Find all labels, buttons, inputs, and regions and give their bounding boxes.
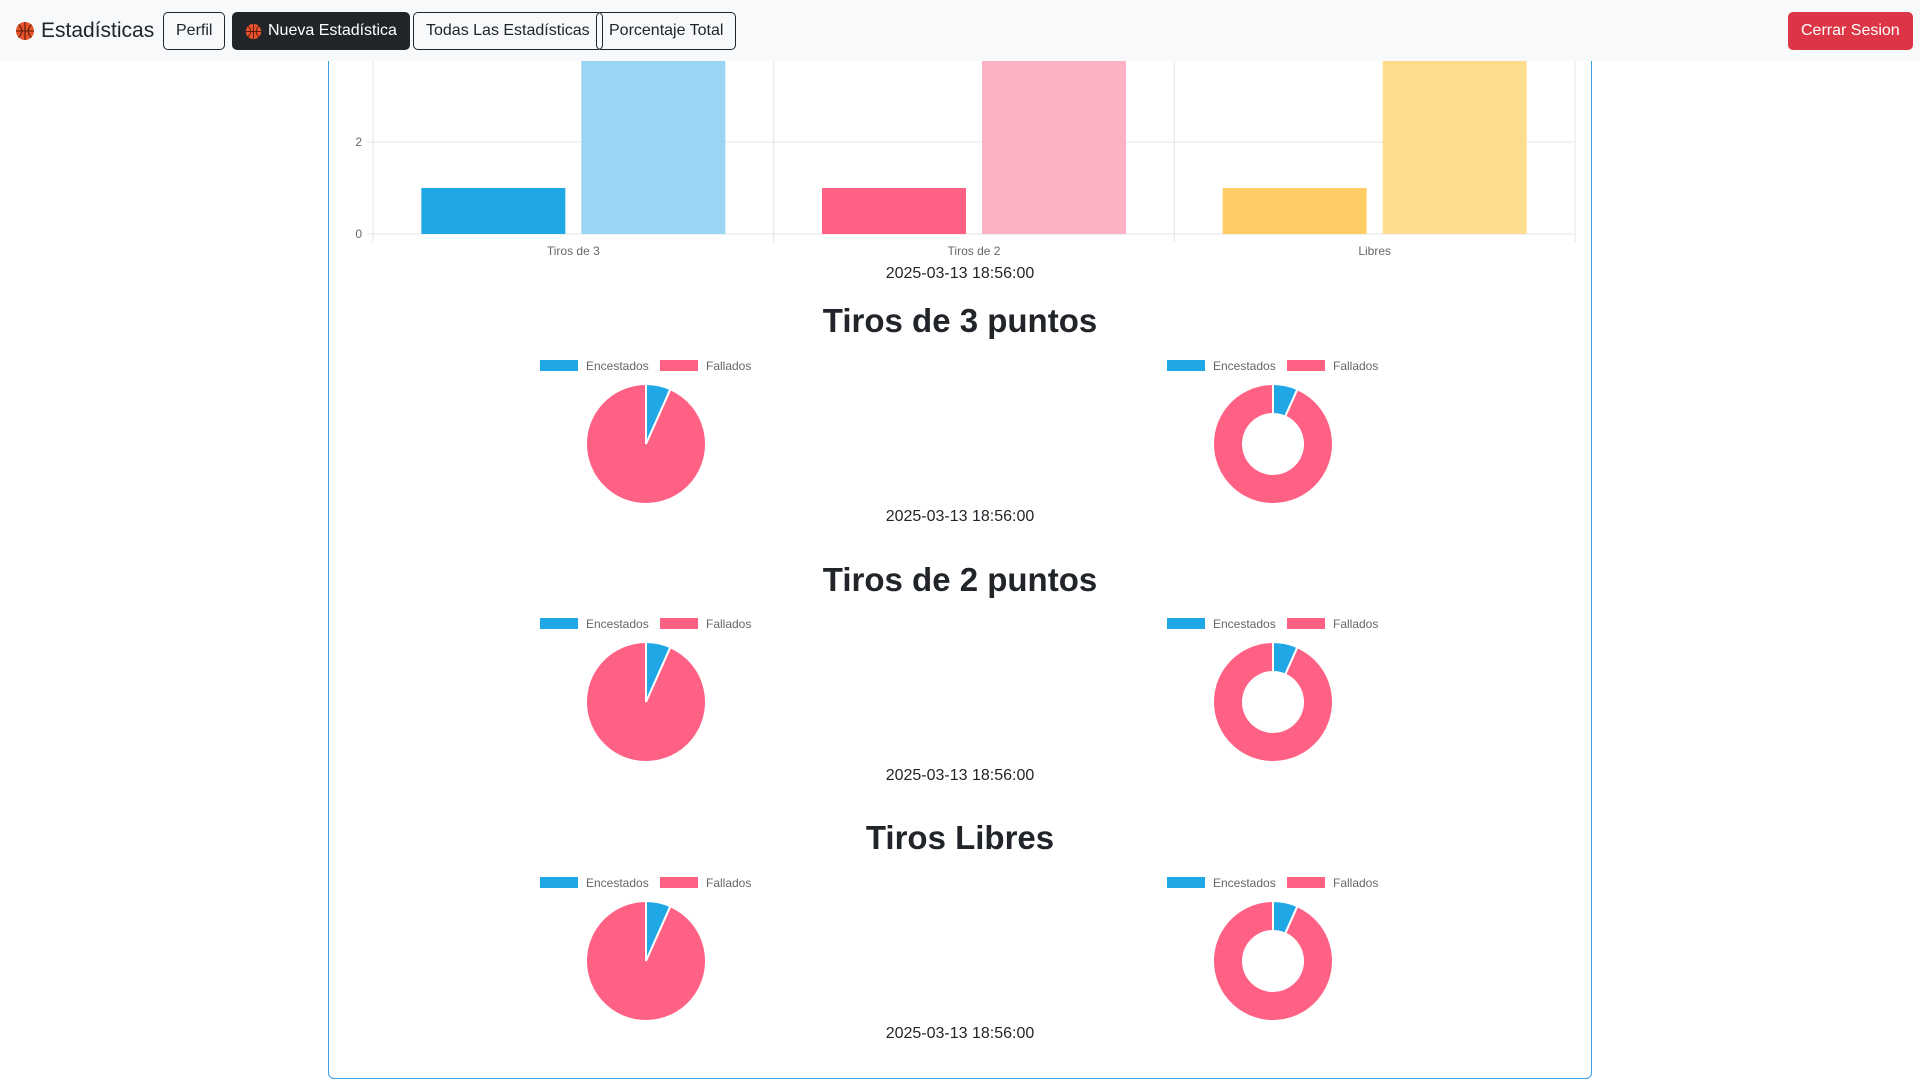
section-date-tiros-2: 2025-03-13 18:56:00 bbox=[885, 767, 1035, 784]
bar bbox=[421, 188, 566, 234]
legend-swatch bbox=[540, 360, 578, 371]
nueva-estadistica-label: Nueva Estadística bbox=[268, 22, 397, 39]
legend-label: Fallados bbox=[1333, 359, 1378, 373]
legend-swatch bbox=[540, 618, 578, 629]
legend-label: Fallados bbox=[706, 617, 751, 631]
todas-estadisticas-button[interactable]: Todas Las Estadísticas bbox=[413, 12, 603, 50]
legend-label: Encestados bbox=[586, 617, 649, 631]
section-title-tiros-2: Tiros de 2 puntos bbox=[822, 561, 1098, 598]
basketball-icon bbox=[16, 22, 34, 40]
section-title-libres: Tiros Libres bbox=[865, 819, 1055, 856]
section-date-tiros-3: 2025-03-13 18:56:00 bbox=[885, 508, 1035, 525]
porcentaje-total-button[interactable]: Porcentaje Total bbox=[596, 12, 737, 50]
legend-swatch bbox=[660, 877, 698, 888]
bar bbox=[1382, 59, 1527, 235]
basketball-icon bbox=[245, 23, 262, 39]
legend-label: Fallados bbox=[1333, 617, 1378, 631]
x-tick-label: Libres bbox=[1358, 244, 1391, 258]
legend-swatch bbox=[1287, 877, 1325, 888]
legend-swatch bbox=[1167, 877, 1205, 888]
legend-swatch bbox=[1167, 618, 1205, 629]
doughnut-slice bbox=[1212, 382, 1334, 505]
section-date-libres: 2025-03-13 18:56:00 bbox=[885, 1025, 1035, 1042]
y-tick-label: 2 bbox=[355, 135, 362, 149]
legend-label: Encestados bbox=[1213, 876, 1276, 890]
brand-label: Estadísticas bbox=[41, 19, 155, 42]
pie-chart-tiros-2: Encestados Fallados bbox=[540, 617, 751, 763]
x-tick-label: Tiros de 2 bbox=[948, 244, 1001, 258]
legend-label: Encestados bbox=[586, 359, 649, 373]
legend-swatch bbox=[660, 618, 698, 629]
nueva-estadistica-button[interactable]: Nueva Estadística bbox=[232, 12, 410, 50]
porcentaje-total-label: Porcentaje Total bbox=[609, 22, 724, 39]
bar-chart-date: 2025-03-13 18:56:00 bbox=[885, 265, 1035, 282]
pie-slice bbox=[585, 640, 707, 763]
bar bbox=[581, 59, 726, 235]
bar bbox=[982, 59, 1126, 235]
pie-chart-libres: Encestados Fallados bbox=[540, 876, 751, 1022]
brand[interactable]: Estadísticas bbox=[15, 15, 154, 47]
y-tick-label: 0 bbox=[355, 227, 362, 241]
navbar: Estadísticas Perfil Nueva Estadística To… bbox=[0, 0, 1920, 61]
todas-estadisticas-label: Todas Las Estadísticas bbox=[426, 22, 590, 39]
pie-slice bbox=[585, 899, 707, 1022]
bar bbox=[822, 188, 966, 234]
section-title-tiros-3: Tiros de 3 puntos bbox=[822, 302, 1098, 339]
legend-label: Encestados bbox=[1213, 617, 1276, 631]
perfil-button[interactable]: Perfil bbox=[163, 12, 226, 50]
doughnut-slice bbox=[1212, 640, 1334, 763]
logout-button[interactable]: Cerrar Sesion bbox=[1788, 12, 1913, 50]
legend-label: Encestados bbox=[586, 876, 649, 890]
legend-label: Fallados bbox=[706, 876, 751, 890]
legend-label: Fallados bbox=[1333, 876, 1378, 890]
pie-chart-tiros-3: Encestados Fallados bbox=[540, 359, 751, 505]
doughnut-chart-tiros-2: Encestados Fallados bbox=[1167, 617, 1378, 763]
legend-swatch bbox=[540, 877, 578, 888]
pie-slice bbox=[585, 382, 707, 505]
legend-swatch bbox=[1167, 360, 1205, 371]
legend-swatch bbox=[1287, 360, 1325, 371]
legend-label: Encestados bbox=[1213, 359, 1276, 373]
legend-swatch bbox=[1287, 618, 1325, 629]
x-tick-label: Tiros de 3 bbox=[547, 244, 600, 258]
legend-label: Fallados bbox=[706, 359, 751, 373]
bar-chart: 0 2 Tiros de 3 Tiros de 2 Libres bbox=[355, 59, 1576, 258]
legend-swatch bbox=[660, 360, 698, 371]
logout-label: Cerrar Sesion bbox=[1801, 22, 1900, 39]
bar bbox=[1222, 188, 1367, 234]
doughnut-chart-tiros-3: Encestados Fallados bbox=[1167, 359, 1378, 505]
doughnut-slice bbox=[1212, 899, 1334, 1022]
doughnut-chart-libres: Encestados Fallados bbox=[1167, 876, 1378, 1022]
perfil-button-label: Perfil bbox=[176, 22, 213, 39]
